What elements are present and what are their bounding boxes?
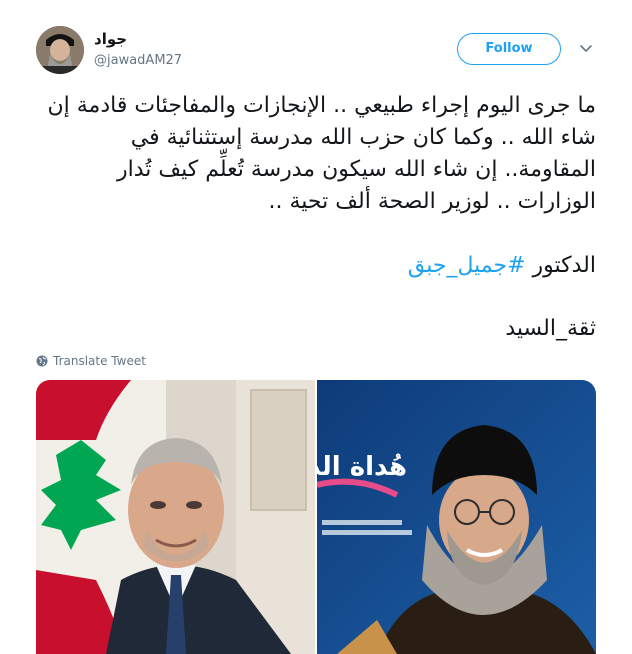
translate-tweet-link[interactable]: Translate Tweet (36, 354, 146, 368)
hashtag-link[interactable]: #جميل_جبق (408, 253, 526, 278)
banner-text: هُداة الد (317, 452, 407, 482)
globe-icon (36, 355, 48, 367)
tweet-text: ما جرى اليوم إجراء طبيعي .. الإنجازات وا… (47, 93, 597, 214)
chevron-down-icon[interactable] (577, 40, 595, 58)
photo-sayyed[interactable]: هُداة الد (317, 380, 596, 654)
user-handle[interactable]: @jawadAM27 (94, 53, 182, 68)
tweet-text-tag: ثقة_السيد (505, 316, 596, 341)
avatar-image (36, 26, 84, 74)
photo-minister-image (36, 380, 315, 654)
tweet-text-line: الدكتور #جميل_جبق (36, 250, 596, 282)
tweet-text-word: الدكتور (532, 253, 596, 278)
media-grid: هُداة الد (36, 380, 596, 654)
avatar[interactable] (36, 26, 84, 74)
follow-button[interactable]: Follow (457, 33, 561, 65)
tweet: جواد @jawadAM27 Follow ما جرى اليوم إجرا… (0, 0, 632, 654)
display-name[interactable]: جواد (94, 30, 127, 48)
translate-label: Translate Tweet (53, 354, 146, 368)
photo-minister[interactable] (36, 380, 315, 654)
photo-sayyed-image: هُداة الد (317, 380, 596, 654)
